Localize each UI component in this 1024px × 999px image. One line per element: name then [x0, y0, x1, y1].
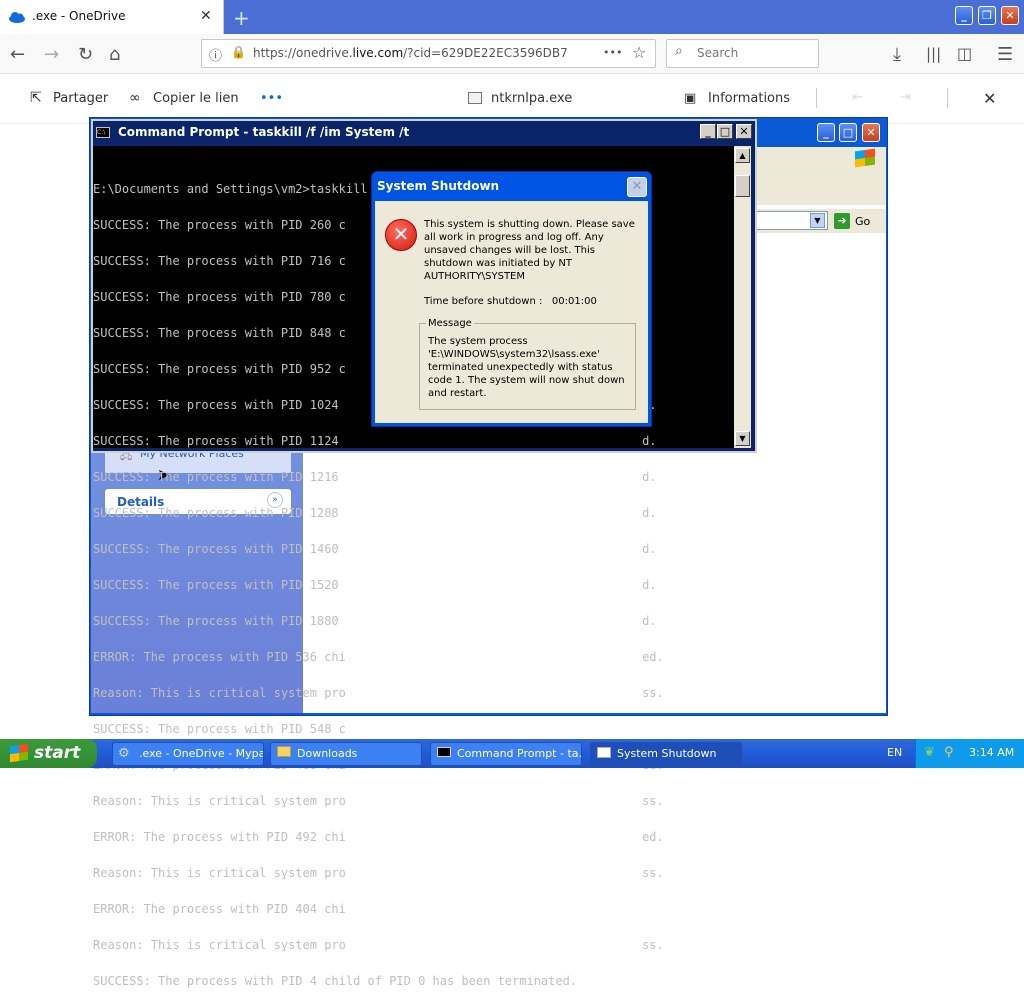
language-indicator[interactable]: EN — [887, 746, 902, 759]
tray-app-icon[interactable]: ❦ — [924, 745, 935, 760]
go-button[interactable]: Go — [855, 215, 870, 228]
site-info-icon[interactable]: ⓘ — [209, 45, 222, 64]
info-icon: ▣ — [684, 91, 697, 106]
windows-logo-icon — [855, 148, 875, 168]
taskbar-item-label: .exe - OneDrive - Mypal — [139, 747, 264, 760]
explorer-maximize-button[interactable]: □ — [839, 123, 857, 142]
console-line: ERROR: The process with PID 536 chi ed. — [93, 650, 664, 664]
error-icon: ✕ — [385, 219, 417, 251]
console-line: SUCCESS: The process with PID 1288 d. — [93, 506, 657, 520]
console-line: SUCCESS: The process with PID 548 c — [93, 722, 346, 736]
lock-icon: 🔒 — [231, 45, 246, 59]
console-line: Reason: This is critical system pro ss. — [93, 794, 664, 808]
copy-link-button[interactable]: Copier le lien — [153, 91, 239, 106]
share-button[interactable]: Partager — [53, 91, 108, 106]
taskbar-item-label: Command Prompt - ta... — [457, 747, 582, 760]
informations-button[interactable]: Informations — [708, 91, 790, 106]
console-line: Reason: This is critical system pro ss. — [93, 938, 664, 952]
downloads-icon[interactable]: ⤓ — [893, 44, 901, 65]
console-line: SUCCESS: The process with PID 4 child of… — [93, 974, 578, 988]
chevron-down-icon[interactable]: ▼ — [810, 213, 825, 228]
taskbar-item-system-shutdown[interactable]: System Shutdown — [590, 742, 742, 766]
close-window-button[interactable]: ✕ — [1001, 6, 1019, 25]
browser-gear-icon: ⚙ — [118, 746, 130, 761]
console-line: Reason: This is critical system pro ss. — [93, 686, 664, 700]
close-preview-button[interactable]: ✕ — [983, 89, 996, 108]
scroll-down-icon[interactable]: ▼ — [735, 431, 750, 446]
dialog-close-button[interactable]: ✕ — [627, 177, 647, 197]
library-icon[interactable]: ||| — [926, 45, 941, 63]
cmd-close-button[interactable]: ✕ — [736, 124, 752, 139]
folder-icon — [277, 746, 291, 757]
file-name: ntkrnlpa.exe — [491, 91, 573, 106]
menu-icon[interactable]: ☰ — [997, 44, 1013, 65]
taskbar-item-command-prompt[interactable]: Command Prompt - ta... — [430, 742, 582, 766]
explorer-close-button[interactable]: ✕ — [862, 123, 880, 142]
console-line: SUCCESS: The process with PID 1880 d. — [93, 614, 657, 628]
divider — [947, 88, 948, 108]
scroll-up-icon[interactable]: ▲ — [735, 148, 750, 163]
console-line: Reason: This is critical system pro ss. — [93, 866, 664, 880]
message-detail: The system process 'E:\WINDOWS\system32\… — [428, 336, 625, 399]
scroll-thumb[interactable] — [735, 175, 750, 197]
taskbar-item-label: Downloads — [297, 747, 358, 760]
console-line: ERROR: The process with PID 404 chi — [93, 902, 346, 916]
start-label: start — [34, 743, 81, 763]
next-icon[interactable]: ⇥ — [900, 90, 911, 105]
tab-title: .exe - OneDrive — [32, 9, 126, 23]
tab-close-icon[interactable]: ✕ — [200, 8, 212, 24]
dialog-title: System Shutdown — [377, 179, 500, 193]
cmd-title: Command Prompt - taskkill /f /im System … — [118, 125, 410, 139]
start-windows-icon — [10, 743, 28, 763]
home-icon[interactable]: ⌂ — [109, 44, 120, 65]
cmd-maximize-button[interactable]: □ — [717, 124, 733, 139]
more-actions-button[interactable]: ••• — [260, 91, 283, 106]
taskbar-item-downloads[interactable]: Downloads — [270, 742, 422, 766]
page-actions-icon[interactable]: ••• — [603, 46, 622, 59]
go-arrow-icon[interactable]: ➜ — [834, 213, 850, 229]
console-line: SUCCESS: The process with PID 1520 d. — [93, 578, 657, 592]
file-icon — [468, 92, 482, 104]
cmd-minimize-button[interactable]: _ — [700, 124, 716, 139]
explorer-minimize-button[interactable]: _ — [817, 123, 835, 142]
cmd-icon: C:\ — [96, 127, 110, 138]
message-legend: Message — [426, 318, 474, 329]
search-placeholder: Search — [697, 46, 739, 60]
countdown-label: Time before shutdown : — [424, 296, 543, 307]
link-icon: ∞ — [129, 90, 141, 106]
url-text[interactable]: https://onedrive.live.com/?cid=629DE22EC… — [253, 46, 568, 60]
bookmark-star-icon[interactable]: ☆ — [632, 43, 646, 62]
console-line: SUCCESS: The process with PID 1124 d. — [93, 434, 657, 448]
tray-search-icon[interactable]: ⚲ — [944, 745, 954, 760]
dialog-taskbar-icon — [597, 747, 611, 758]
console-line: ERROR: The process with PID 492 chi ed. — [93, 830, 664, 844]
console-line: SUCCESS: The process with PID 1216 d. — [93, 470, 657, 484]
restore-window-button[interactable]: ❐ — [978, 6, 996, 25]
search-box[interactable] — [666, 39, 819, 68]
share-icon: ⇱ — [30, 90, 42, 106]
back-icon[interactable]: ← — [10, 44, 25, 65]
cmd-taskbar-icon — [437, 747, 451, 757]
shutdown-message: This system is shutting down. Please sav… — [424, 219, 635, 282]
forward-icon[interactable]: → — [44, 44, 59, 65]
previous-icon[interactable]: ⇤ — [852, 90, 863, 105]
sidebar-icon[interactable]: ◫ — [957, 44, 972, 63]
divider — [816, 88, 817, 108]
countdown-value: 00:01:00 — [551, 296, 597, 307]
search-icon: ⌕ — [675, 43, 683, 59]
minimize-window-button[interactable]: _ — [955, 6, 973, 25]
console-line: SUCCESS: The process with PID 1460 d. — [93, 542, 657, 556]
new-tab-button[interactable]: + — [233, 6, 250, 30]
shutdown-countdown: Time before shutdown : 00:01:00 — [424, 296, 597, 307]
onedrive-cloud-icon — [9, 12, 25, 23]
clock: 3:14 AM — [969, 746, 1015, 759]
taskbar-item-label: System Shutdown — [617, 747, 717, 760]
reload-icon[interactable]: ↻ — [78, 44, 93, 65]
taskbar-item-onedrive[interactable]: .exe - OneDrive - Mypal — [112, 742, 264, 766]
